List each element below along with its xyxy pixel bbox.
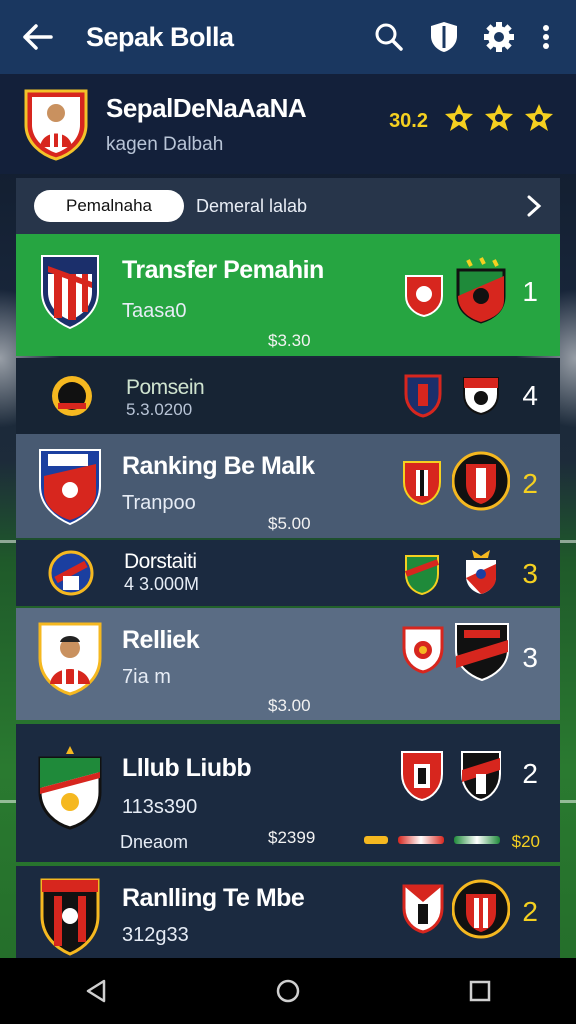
system-nav-bar (0, 958, 576, 1024)
star-icon (445, 104, 473, 131)
club-crest-icon (41, 255, 99, 330)
club-crest-icon (452, 451, 510, 511)
row-rank: 3 (522, 558, 538, 589)
row-rank: 1 (522, 276, 538, 307)
row-subtitle: Tranpoo (122, 492, 196, 514)
club-crest-icon (38, 746, 102, 830)
nav-recents-icon[interactable] (468, 979, 492, 1003)
row-title: Dorstaiti (124, 550, 197, 573)
row-price: $3.30 (268, 331, 311, 350)
row-title: Relliek (122, 626, 200, 654)
app-bar: Sepak Bolla (0, 0, 576, 74)
team-crest-icon (24, 89, 88, 161)
player-crest-icon (38, 622, 102, 696)
chevron-right-icon[interactable] (526, 195, 542, 217)
club-crest-icon (452, 879, 510, 939)
row-title: Ranking Be Malk (122, 452, 315, 480)
nav-back-icon[interactable] (84, 978, 108, 1004)
club-crest-icon (455, 623, 509, 682)
row-rank: 2 (522, 468, 538, 499)
row-subtitle: 7ia m (122, 666, 171, 688)
club-crest-icon (402, 884, 444, 934)
profile-subtitle: kagen Dalbah (106, 133, 224, 155)
progress-segments (364, 836, 500, 844)
list-item[interactable]: Lllub Liubb 113s390 Dneaom $2399 2 $20 (16, 724, 560, 862)
list-item[interactable]: Relliek 7ia m $3.00 3 (16, 608, 560, 720)
club-crest-icon (401, 751, 443, 802)
row-price: $5.00 (268, 514, 311, 533)
rating-stars (444, 102, 554, 132)
row-subtitle: Taasa0 (122, 300, 187, 322)
row-title: Ranlling Te Mbe (122, 884, 305, 912)
list-item[interactable]: Ranlling Te Mbe 312g33 2 (16, 866, 560, 958)
club-crest-icon (404, 555, 440, 596)
club-crest-icon (402, 626, 444, 674)
club-crest-icon (405, 275, 443, 318)
club-crest-icon (39, 449, 101, 526)
row-title: Lllub Liubb (122, 754, 252, 782)
tab-pemalnaha[interactable]: Pemalnaha (34, 190, 184, 222)
shield-button[interactable] (424, 17, 464, 57)
tab-bar: Pemalnaha Demeral lalab (16, 178, 560, 234)
row-title: Transfer Pemahin (122, 256, 324, 284)
profile-name: SepalDeNaAaNA (106, 92, 307, 123)
row-subtitle: 312g33 (122, 924, 189, 946)
row-rank: 4 (522, 380, 538, 411)
arrow-left-icon (23, 24, 53, 50)
club-crest-icon (404, 374, 442, 418)
club-crest-icon (456, 257, 506, 324)
more-vert-icon (543, 25, 549, 49)
row-price: $3.00 (268, 696, 311, 715)
app-title: Sepak Bolla (86, 21, 234, 52)
row-price: $2399 (268, 828, 316, 847)
row-title: Pomsein (126, 376, 205, 399)
tab-demeral-lalab[interactable]: Demeral lalab (196, 196, 526, 217)
row-rank: 2 (522, 758, 538, 789)
club-crest-icon (40, 878, 100, 956)
row-tag: $20 (511, 832, 540, 851)
more-menu-button[interactable] (534, 17, 558, 57)
list-item[interactable]: Dorstaiti 4 3.000M 3 (16, 540, 560, 606)
row-rank: 3 (522, 642, 538, 673)
club-crest-icon (48, 550, 94, 596)
row-subtitle: 5.3.0200 (126, 400, 193, 419)
club-crest-icon (466, 550, 496, 594)
search-button[interactable] (369, 17, 409, 57)
club-crest-icon (52, 376, 92, 416)
search-icon (375, 23, 403, 51)
list-item[interactable]: Ranking Be Malk Tranpoo $5.00 2 (16, 434, 560, 538)
row-rank: 2 (522, 896, 538, 927)
club-crest-icon (463, 377, 499, 416)
star-icon (485, 104, 513, 131)
row-subtitle: 113s390 (122, 796, 198, 818)
star-icon (525, 104, 553, 131)
list-item[interactable]: Pomsein 5.3.0200 4 (16, 358, 560, 434)
shield-icon (431, 22, 457, 52)
row-extra: Dneaom (120, 832, 189, 852)
row-subtitle: 4 3.000M (124, 574, 200, 594)
club-crest-icon (403, 461, 441, 506)
list-item[interactable]: Transfer Pemahin Taasa0 $3.30 1 (16, 234, 560, 356)
back-button[interactable] (18, 17, 58, 57)
profile-score: 30.2 (389, 110, 428, 132)
profile-header: SepalDeNaAaNA kagen Dalbah 30.2 (0, 74, 576, 174)
nav-home-icon[interactable] (275, 978, 301, 1004)
settings-button[interactable] (479, 17, 519, 57)
club-crest-icon (461, 751, 501, 802)
gear-icon (484, 22, 514, 52)
